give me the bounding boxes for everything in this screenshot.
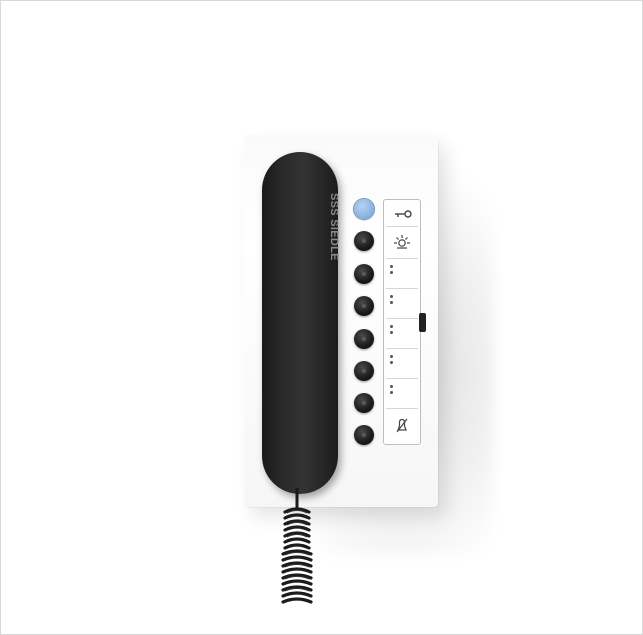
button-dot [362,337,366,341]
button-dot [362,239,366,243]
index-dots [390,295,393,307]
brand-label: SSS SIEDLE [328,193,340,261]
button-dot [362,272,366,276]
button-dot [362,304,366,308]
button-dot [362,369,366,373]
index-dots [390,265,393,277]
call-button-1[interactable] [354,296,374,316]
label-cell-light [386,228,418,259]
index-dots [390,325,393,337]
label-cell-1 [386,260,418,289]
blue-button[interactable] [354,199,374,219]
button-dot [362,433,366,437]
side-switch[interactable] [419,313,426,332]
label-cell-key [386,202,418,227]
index-dots [390,385,393,397]
key-icon [386,202,418,226]
light-icon [386,228,418,258]
call-button-2[interactable] [354,329,374,349]
call-button-4[interactable] [354,393,374,413]
label-cell-2 [386,290,418,319]
label-cell-5 [386,380,418,409]
coiled-cord [281,488,313,604]
label-panel [383,199,421,445]
mute-button[interactable] [354,425,374,445]
bell-off-icon [386,410,418,440]
call-button-3[interactable] [354,361,374,381]
light-button[interactable] [354,264,374,284]
button-dot [362,401,366,405]
label-cell-3 [386,320,418,349]
label-cell-4 [386,350,418,379]
key-button[interactable] [354,231,374,251]
index-dots [390,355,393,367]
label-cell-bell [386,410,418,440]
